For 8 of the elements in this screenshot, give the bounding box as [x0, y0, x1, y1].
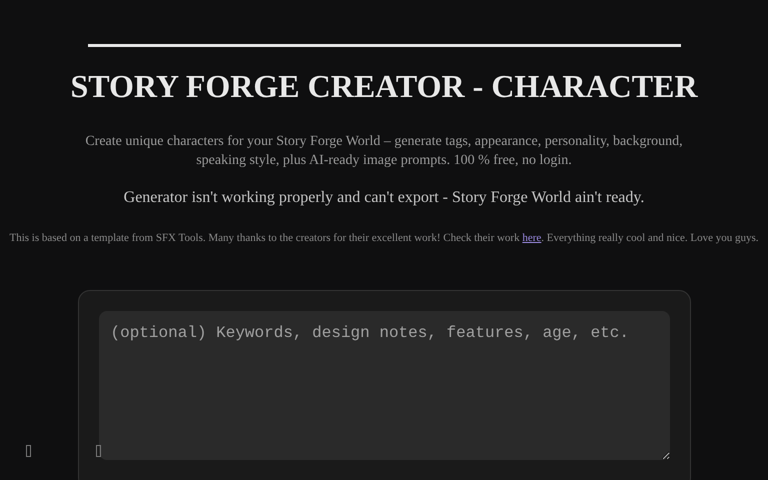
- prompt-field[interactable]: (optional) Keywords, design notes, features, age, etc.: [98, 311, 670, 460]
- credit-text: This is based on a template from SFX Tools. Many thanks to the creators for their excellent work! Check their work here. Everything really cool and nice. Love you guys.: [10, 231, 758, 245]
- here-link[interactable]: here: [522, 232, 542, 244]
- intro-text: Create unique characters for your Story Forge World – generate tags, appearance, personality, background, speaking style, plus AI-ready image prompts. 100 % free, no login.: [84, 133, 684, 170]
- missing-glyph-icon: [96, 445, 101, 457]
- notice-text: Generator isn't working properly and can't export - Story Forge World ain't ready.: [124, 188, 644, 208]
- missing-glyph-icon: [26, 445, 31, 457]
- page-title: STORY FORGE CREATOR - CHARACTER: [70, 67, 698, 105]
